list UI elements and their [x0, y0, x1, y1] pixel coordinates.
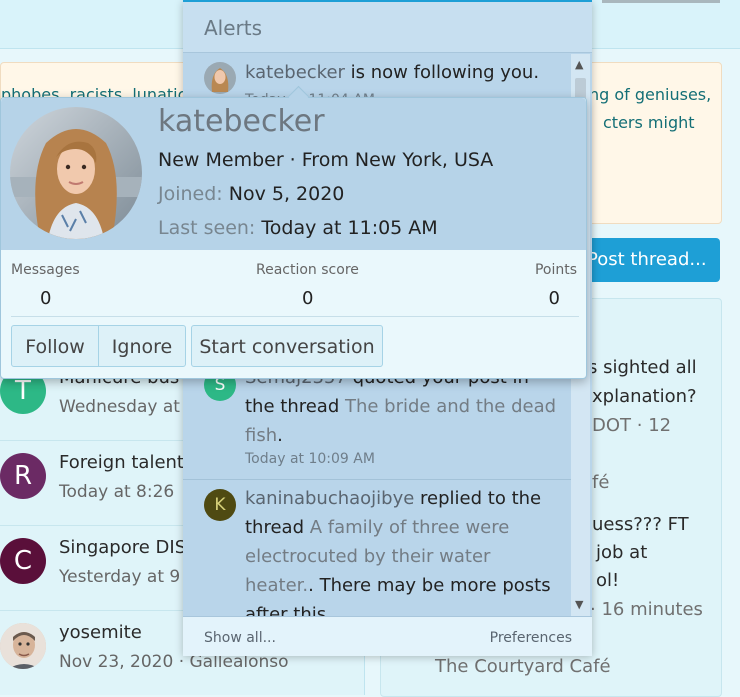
stat-label: Reaction score — [256, 262, 359, 278]
alert-suffix: . — [277, 425, 283, 446]
last-seen-value: Today at 11:05 AM — [261, 217, 438, 239]
divider — [11, 316, 579, 317]
latest-post-text[interactable]: xplanation? — [592, 386, 697, 407]
thread-title[interactable]: yosemite — [59, 622, 142, 643]
latest-post-meta: DOT · 12 — [592, 415, 672, 436]
alert-username[interactable]: kaninabuchaojibye — [245, 488, 414, 509]
thread-meta: Wednesday at — [59, 397, 180, 417]
follow-button[interactable]: Follow — [11, 325, 99, 367]
thread-title[interactable]: Singapore DIS — [59, 537, 186, 558]
alert-username[interactable]: katebecker — [245, 62, 345, 83]
nav-tab-indicator — [602, 0, 720, 3]
alerts-title: Alerts — [204, 16, 263, 40]
alert-action-text: is now following you. — [344, 62, 540, 83]
latest-post-forum[interactable]: The Courtyard Café — [435, 656, 611, 677]
post-thread-button[interactable]: Post thread... — [585, 238, 720, 282]
member-avatar[interactable] — [10, 107, 142, 239]
stat-label: Points — [534, 262, 577, 278]
member-username[interactable]: katebecker — [158, 104, 325, 139]
user-photo-icon — [0, 623, 46, 669]
member-tooltip-card: katebecker New Member · From New York, U… — [0, 85, 587, 379]
notice-text-right-1: ng of geniuses, — [589, 85, 712, 104]
last-seen-label: Last seen: — [158, 217, 256, 239]
avatar[interactable]: R — [0, 453, 46, 499]
thread-title[interactable]: Foreign talent — [59, 452, 184, 473]
preferences-link[interactable]: Preferences — [490, 630, 572, 646]
stat-label: Messages — [11, 262, 80, 278]
joined-value: Nov 5, 2020 — [228, 183, 345, 205]
thread-meta: Today at 8:26 — [59, 482, 175, 502]
latest-post-text[interactable]: job at — [596, 542, 647, 563]
alert-item[interactable]: katebecker is now following you. Today a… — [183, 52, 571, 108]
stat-value: 0 — [302, 288, 314, 309]
latest-post-meta: · 16 minutes — [590, 599, 703, 620]
avatar[interactable] — [204, 62, 236, 94]
member-title: New Member · From New York, USA — [158, 149, 494, 171]
alert-message: kaninabuchaojibye replied to the thread … — [245, 484, 560, 616]
alerts-header: Alerts — [183, 2, 592, 53]
alert-message: katebecker is now following you. — [245, 58, 560, 87]
avatar[interactable] — [0, 623, 46, 669]
member-joined: Joined: Nov 5, 2020 — [158, 183, 344, 205]
avatar[interactable]: C — [0, 538, 46, 584]
user-photo-icon — [10, 107, 142, 239]
notice-text-right-2: cters might — [603, 113, 695, 132]
stat-value: 0 — [40, 288, 52, 309]
user-photo-icon — [204, 62, 236, 94]
thread-meta: Yesterday at 9 — [59, 567, 181, 587]
latest-post-text[interactable]: s sighted all — [588, 357, 697, 378]
latest-post-meta: fé — [592, 472, 610, 493]
latest-post-text[interactable]: uess??? FT — [592, 514, 689, 535]
show-all-link[interactable]: Show all... — [204, 630, 276, 646]
start-conversation-button[interactable]: Start conversation — [191, 325, 383, 367]
joined-label: Joined: — [158, 183, 223, 205]
stat-value: 0 — [548, 288, 560, 309]
avatar[interactable]: K — [204, 489, 236, 521]
scroll-down-icon[interactable]: ▼ — [575, 598, 583, 611]
latest-post-text[interactable]: ol! — [596, 570, 619, 591]
member-card-header: katebecker New Member · From New York, U… — [1, 98, 586, 250]
alert-time: Today at 10:09 AM — [245, 451, 375, 467]
ignore-button[interactable]: Ignore — [98, 325, 186, 367]
alerts-footer: Show all... Preferences — [183, 616, 592, 656]
alert-item[interactable]: K kaninabuchaojibye replied to the threa… — [183, 479, 571, 616]
member-last-seen: Last seen: Today at 11:05 AM — [158, 217, 438, 239]
scroll-up-icon[interactable]: ▲ — [575, 58, 583, 71]
